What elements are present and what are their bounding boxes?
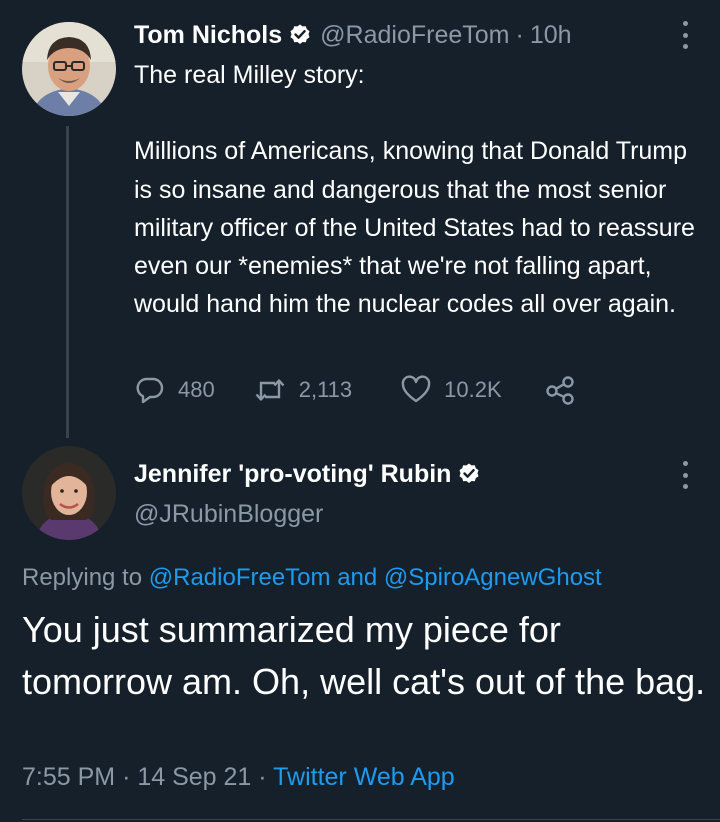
mention-link[interactable]: @RadioFreeTom [149, 564, 331, 591]
like-button[interactable]: 10.2K [400, 374, 502, 406]
reply-icon [134, 374, 166, 406]
tweet-source-link[interactable]: Twitter Web App [273, 763, 455, 791]
retweet-icon [253, 374, 287, 406]
tweet-meta: 7:55 PM · 14 Sep 21 · Twitter Web App [22, 763, 455, 792]
separator-dot: · [515, 20, 524, 49]
parent-tweet-text: The real Milley story: Millions of Ameri… [134, 56, 700, 323]
verified-badge-icon [457, 462, 481, 486]
mention-link[interactable]: @SpiroAgnewGhost [384, 564, 602, 591]
replying-and[interactable]: and [337, 564, 377, 591]
replying-prefix: Replying to [22, 564, 143, 591]
reply-tweet-header: Jennifer 'pro-voting' Rubin [134, 455, 489, 493]
thread-connector-line [66, 126, 69, 438]
reply-tweet-text: You just summarized my piece for tomorro… [22, 609, 706, 702]
author-handle[interactable]: @JRubinBlogger [134, 500, 323, 529]
divider [22, 819, 720, 820]
reply-button[interactable]: 480 [134, 374, 215, 406]
tweet-paragraph: Millions of Americans, knowing that Dona… [134, 137, 695, 319]
tom-nichols-avatar[interactable] [22, 22, 116, 116]
separator-dot: · [258, 763, 267, 791]
more-vertical-icon[interactable] [681, 21, 689, 49]
author-handle[interactable]: @RadioFreeTom [320, 21, 509, 50]
share-icon [544, 374, 576, 406]
retweet-count: 2,113 [298, 377, 353, 402]
tweet-time[interactable]: 7:55 PM [22, 763, 115, 791]
retweet-button[interactable]: 2,113 [253, 374, 352, 406]
heart-icon [400, 374, 432, 406]
author-name[interactable]: Tom Nichols [134, 21, 282, 50]
tweet-paragraph: The real Milley story: [134, 61, 365, 89]
tweet-date[interactable]: 14 Sep 21 [137, 763, 251, 791]
parent-tweet-header: Tom Nichols @RadioFreeTom · 10h [134, 16, 572, 54]
verified-badge-icon [288, 23, 312, 47]
tweet-thread: Tom Nichols @RadioFreeTom · 10h The real… [0, 0, 720, 822]
tweet-action-bar: 480 2,113 10.2K [134, 370, 576, 410]
reply-count: 480 [178, 377, 215, 402]
more-vertical-icon[interactable] [681, 461, 689, 489]
tweet-time-ago[interactable]: 10h [530, 21, 572, 50]
jennifer-rubin-avatar[interactable] [22, 446, 116, 540]
replying-to-line: Replying to @RadioFreeTom and @SpiroAgne… [22, 564, 602, 592]
share-button[interactable] [544, 374, 576, 406]
author-name[interactable]: Jennifer 'pro-voting' Rubin [134, 460, 451, 489]
like-count: 10.2K [444, 377, 502, 402]
separator-dot: · [122, 763, 131, 791]
